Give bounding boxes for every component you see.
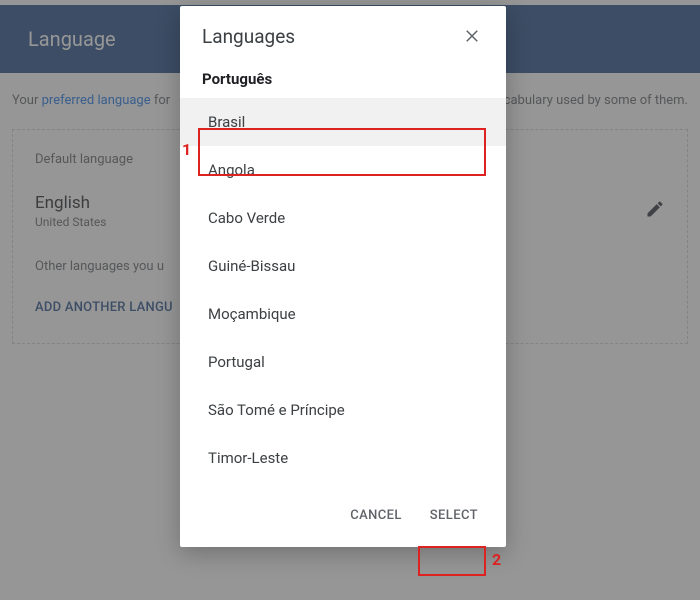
- dialog-actions: CANCEL SELECT: [180, 488, 506, 547]
- annotation-number-2: 2: [492, 550, 501, 569]
- dialog-language-group: Português: [180, 54, 506, 98]
- country-option-mocambique[interactable]: Moçambique: [180, 290, 506, 338]
- country-option-list: Brasil Angola Cabo Verde Guiné-Bissau Mo…: [180, 98, 506, 488]
- select-button[interactable]: SELECT: [420, 502, 488, 529]
- country-option-guine-bissau[interactable]: Guiné-Bissau: [180, 242, 506, 290]
- country-option-sao-tome[interactable]: São Tomé e Príncipe: [180, 386, 506, 434]
- dialog-title: Languages: [202, 25, 295, 48]
- close-icon: [463, 27, 481, 45]
- country-option-timor-leste[interactable]: Timor-Leste: [180, 434, 506, 482]
- country-option-brasil[interactable]: Brasil: [180, 98, 506, 146]
- close-button[interactable]: [460, 24, 484, 48]
- country-option-cabo-verde[interactable]: Cabo Verde: [180, 194, 506, 242]
- country-option-angola[interactable]: Angola: [180, 146, 506, 194]
- annotation-number-1: 1: [182, 140, 191, 159]
- country-option-portugal[interactable]: Portugal: [180, 338, 506, 386]
- cancel-button[interactable]: CANCEL: [340, 502, 412, 529]
- languages-dialog: Languages Português Brasil Angola Cabo V…: [180, 6, 506, 547]
- dialog-header: Languages: [180, 6, 506, 54]
